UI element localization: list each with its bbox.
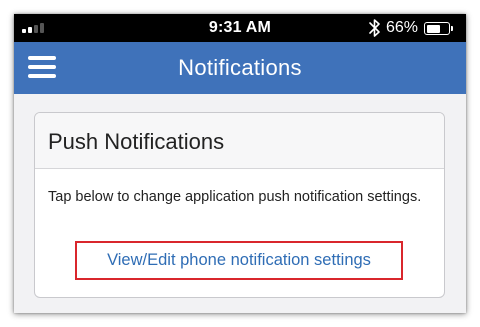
push-notifications-card: Push Notifications Tap below to change a…	[34, 112, 445, 298]
bluetooth-icon	[369, 19, 380, 37]
page-title: Notifications	[178, 55, 302, 80]
card-description: Tap below to change application push not…	[48, 189, 422, 205]
battery-icon	[424, 22, 450, 35]
battery-tip	[451, 26, 453, 31]
card-title: Push Notifications	[48, 129, 225, 154]
status-bar: 9:31 AM 66%	[14, 14, 466, 42]
nav-bar: Notifications	[14, 42, 466, 94]
view-edit-notification-settings-link[interactable]: View/Edit phone notification settings	[75, 241, 403, 280]
card-header: Push Notifications	[35, 113, 444, 169]
phone-screen: 9:31 AM 66% Notifications Push Notificat…	[14, 14, 466, 313]
battery-percentage: 66%	[386, 19, 419, 36]
